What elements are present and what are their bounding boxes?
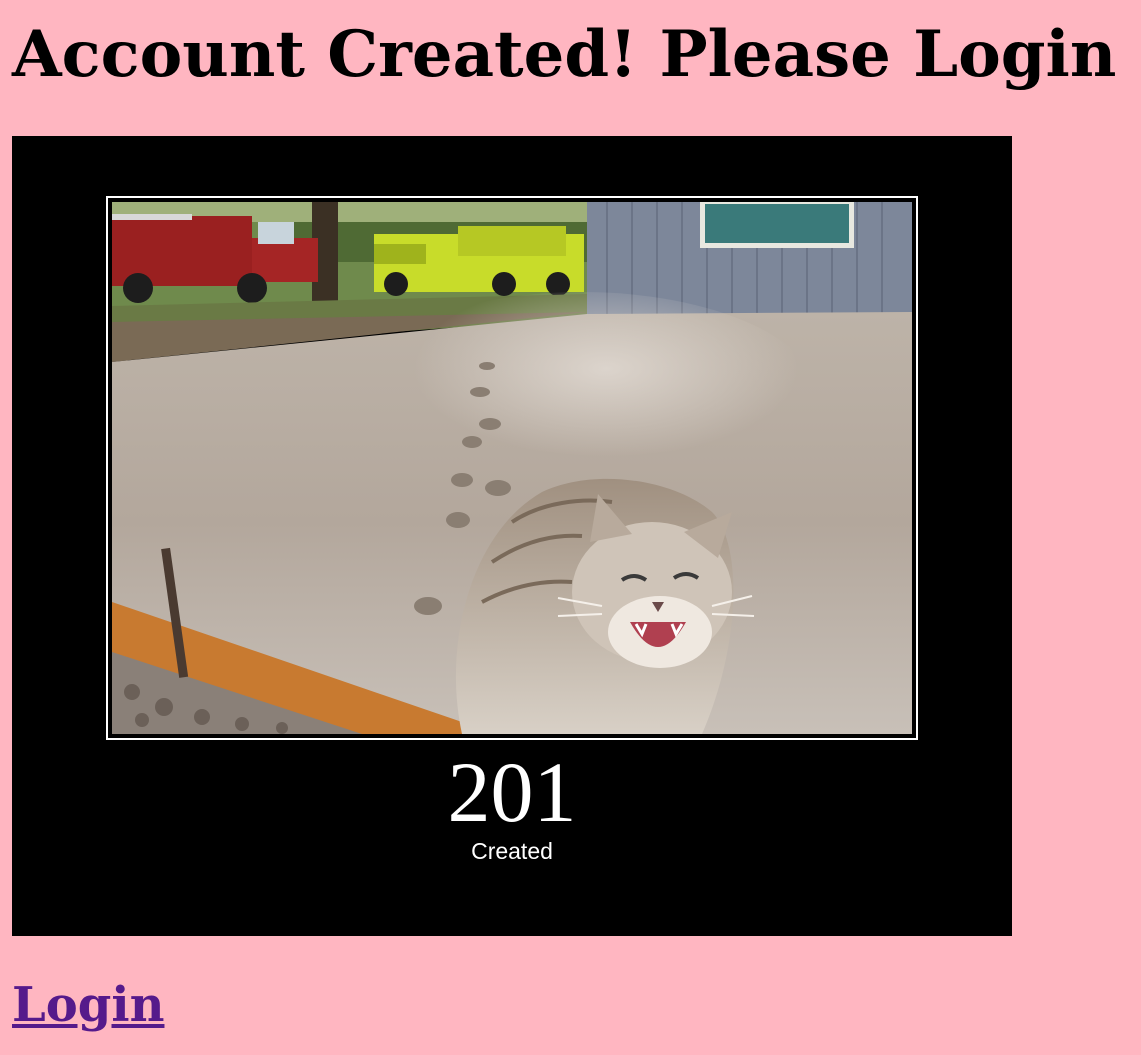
status-code-text: 201 <box>447 744 577 840</box>
status-caption-text: Created <box>471 838 553 864</box>
login-link[interactable]: Login <box>12 976 164 1034</box>
page-title: Account Created! Please Login <box>12 17 1117 92</box>
cat-on-concrete-photo <box>112 202 912 734</box>
http-status-cat-image: 201 Created <box>12 136 1012 936</box>
photo-frame <box>106 196 918 740</box>
